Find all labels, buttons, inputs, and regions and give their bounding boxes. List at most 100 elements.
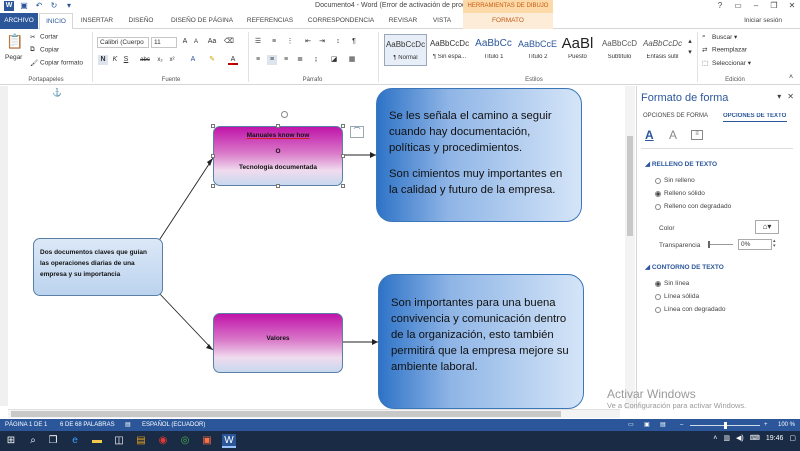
print-layout-icon[interactable]: ▣ xyxy=(644,419,650,431)
style-no-spacing[interactable]: AaBbCcDc ¶ Sin espa... xyxy=(428,34,471,66)
zoom-out-icon[interactable]: – xyxy=(680,419,683,431)
text-fill-outline-icon[interactable]: A xyxy=(645,128,654,142)
volume-icon[interactable]: ◀) xyxy=(736,434,744,442)
fill-option-none[interactable]: Sin relleno xyxy=(655,177,695,184)
resize-handle[interactable] xyxy=(211,154,215,158)
transparency-spinner-icon[interactable]: ▴ ▾ xyxy=(773,239,776,249)
explanation-bottom-shape[interactable]: Son importantes para una buena convivenc… xyxy=(378,274,584,409)
styles-scroll-down-icon[interactable]: ▾ xyxy=(685,48,695,58)
multilevel-list-icon[interactable]: ⋮ xyxy=(285,37,295,47)
paste-button[interactable]: Pegar xyxy=(5,54,22,61)
folder-icon[interactable]: ▤ xyxy=(134,434,148,448)
word-taskbar-icon[interactable]: W xyxy=(222,434,236,448)
web-layout-icon[interactable]: ▤ xyxy=(660,419,666,431)
zoom-in-icon[interactable]: + xyxy=(764,419,768,431)
tab-review[interactable]: REVISAR xyxy=(382,13,424,29)
format-painter-button[interactable]: 🖌 Copiar formato xyxy=(30,59,83,67)
replace-button[interactable]: ⇄ Reemplazar xyxy=(702,46,747,54)
collapse-ribbon-icon[interactable]: ˄ xyxy=(786,73,796,83)
tray-up-icon[interactable]: ˄ xyxy=(713,435,717,442)
scroll-thumb[interactable] xyxy=(627,136,633,236)
grow-font-icon[interactable]: A xyxy=(180,37,190,47)
language-indicator[interactable]: ESPAÑOL (ECUADOR) xyxy=(142,419,205,431)
borders-icon[interactable]: ▦ xyxy=(347,55,357,65)
tab-insert[interactable]: INSERTAR xyxy=(76,13,118,29)
transparency-slider-thumb[interactable] xyxy=(708,241,710,248)
align-left-icon[interactable]: ≡ xyxy=(253,55,263,65)
zoom-level[interactable]: 100 % xyxy=(778,419,795,431)
resize-handle[interactable] xyxy=(341,184,345,188)
zoom-slider-thumb[interactable] xyxy=(724,422,727,429)
transparency-input[interactable]: 0% xyxy=(738,239,772,250)
document-canvas[interactable]: ⚓ Dos documentos claves que guían las op… xyxy=(8,86,625,409)
resize-handle[interactable] xyxy=(276,124,280,128)
color-picker-icon[interactable]: ⌂▾ xyxy=(755,220,779,234)
paste-icon[interactable]: 📋 xyxy=(6,33,23,50)
proofing-icon[interactable]: ▤ xyxy=(125,419,131,431)
read-mode-icon[interactable]: ▭ xyxy=(628,419,634,431)
resize-handle[interactable] xyxy=(341,124,345,128)
task-view-icon[interactable]: ❐ xyxy=(46,434,60,448)
ribbon-display-icon[interactable]: ▭ xyxy=(732,0,744,12)
styles-scroll-up-icon[interactable]: ▴ xyxy=(685,37,695,47)
file-explorer-icon[interactable]: ▬ xyxy=(90,434,104,448)
tab-format[interactable]: FORMATO xyxy=(463,13,553,29)
transparency-slider[interactable] xyxy=(709,244,733,245)
font-name-combo[interactable]: Calibri (Cuerpo xyxy=(97,37,149,48)
shading-icon[interactable]: ◪ xyxy=(329,55,339,65)
highlight-icon[interactable]: ✎ xyxy=(207,55,217,65)
notifications-icon[interactable]: ▢ xyxy=(789,434,796,442)
fill-option-gradient[interactable]: Relleno con degradado xyxy=(655,203,731,210)
outline-option-gradient[interactable]: Línea con degradado xyxy=(655,306,725,313)
superscript-icon[interactable]: x² xyxy=(167,55,177,65)
store-icon[interactable]: ◫ xyxy=(112,434,126,448)
layout-options-icon[interactable]: ⌒ xyxy=(350,126,364,138)
sign-in-link[interactable]: Iniciar sesión xyxy=(744,17,782,24)
increase-indent-icon[interactable]: ⇥ xyxy=(317,37,327,47)
manuales-shape[interactable]: Manuales know how O Tecnología documenta… xyxy=(213,126,343,186)
edge-browser-icon[interactable]: e xyxy=(68,434,82,448)
outline-option-solid[interactable]: Línea sólida xyxy=(655,293,699,300)
subscript-icon[interactable]: x₂ xyxy=(155,55,165,65)
shrink-font-icon[interactable]: A xyxy=(191,37,201,47)
center-shape[interactable]: Dos documentos claves que guían las oper… xyxy=(33,238,163,296)
powerpoint-icon[interactable]: ▣ xyxy=(200,434,214,448)
fill-option-solid[interactable]: Relleno sólido xyxy=(655,190,705,197)
explanation-top-shape[interactable]: Se les señala el camino a seguir cuando … xyxy=(376,88,582,222)
textbox-icon[interactable]: ≡ xyxy=(691,130,703,140)
style-subtle-emphasis[interactable]: AaBbCcDc Énfasis sutil xyxy=(641,34,684,66)
word-count[interactable]: 6 DE 68 PALABRAS xyxy=(60,419,115,431)
app-icon[interactable]: ◉ xyxy=(156,434,170,448)
tab-home[interactable]: INICIO xyxy=(39,13,73,30)
style-title[interactable]: AaBl Puesto xyxy=(556,34,599,66)
search-icon[interactable]: ⌕ xyxy=(26,434,40,448)
line-spacing-icon[interactable]: ↨ xyxy=(311,55,321,65)
font-color-icon[interactable]: A xyxy=(228,55,238,65)
tab-references[interactable]: REFERENCIAS xyxy=(242,13,298,29)
windows-start-icon[interactable]: ⊞ xyxy=(4,434,18,448)
clock[interactable]: 19:46 xyxy=(766,435,784,442)
close-icon[interactable]: ✕ xyxy=(786,0,798,12)
tab-page-layout[interactable]: DISEÑO DE PÁGINA xyxy=(164,13,240,29)
resize-handle[interactable] xyxy=(211,184,215,188)
help-icon[interactable]: ? xyxy=(714,0,726,12)
tab-shape-options[interactable]: OPCIONES DE FORMA xyxy=(643,113,708,119)
align-center-icon[interactable]: ≡ xyxy=(267,55,277,65)
scroll-thumb[interactable] xyxy=(11,411,561,417)
restore-icon[interactable]: ❐ xyxy=(768,0,780,12)
style-heading-1[interactable]: AaBbCc Título 1 xyxy=(472,34,515,66)
text-effects-icon[interactable]: A xyxy=(188,55,198,65)
style-normal[interactable]: AaBbCcDc ¶ Normal xyxy=(384,34,427,66)
find-button[interactable]: ⌕ Buscar ▾ xyxy=(702,33,737,41)
select-button[interactable]: ⬚ Seleccionar ▾ xyxy=(702,59,751,67)
resize-handle[interactable] xyxy=(276,184,280,188)
copy-button[interactable]: ⧉ Copiar xyxy=(30,46,59,54)
outline-section-header[interactable]: ◢ CONTORNO DE TEXTO xyxy=(645,263,724,271)
strikethrough-icon[interactable]: abc xyxy=(140,55,150,65)
pane-options-icon[interactable]: ▾ xyxy=(777,92,781,101)
style-heading-2[interactable]: AaBbCcE Título 2 xyxy=(516,34,559,66)
show-marks-icon[interactable]: ¶ xyxy=(349,37,359,47)
tab-design[interactable]: DISEÑO xyxy=(122,13,160,29)
bold-icon[interactable]: N xyxy=(98,55,108,65)
cut-button[interactable]: ✂ Cortar xyxy=(30,33,58,41)
